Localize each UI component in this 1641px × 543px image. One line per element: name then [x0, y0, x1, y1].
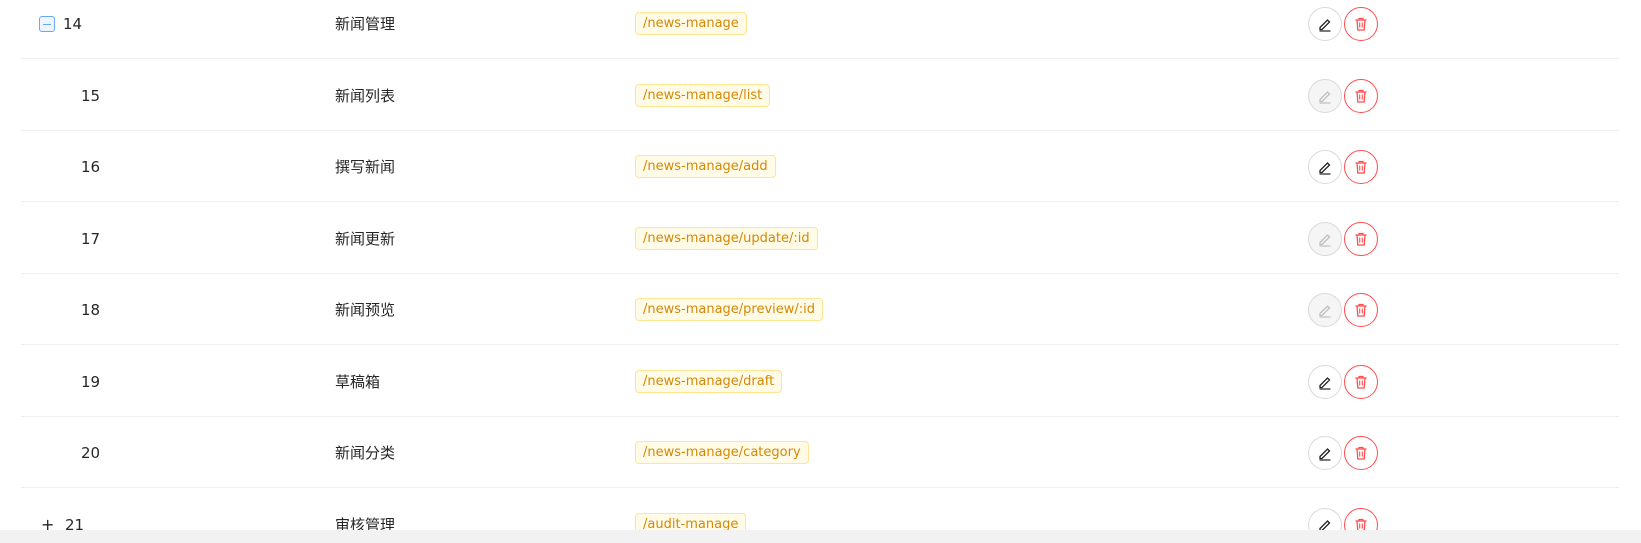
- name-cell: 新闻分类: [335, 417, 615, 488]
- path-tag: /news-manage/update/:id: [635, 227, 818, 250]
- name-cell: 撰写新闻: [335, 131, 615, 202]
- id-cell: 20: [21, 417, 321, 488]
- id-cell: 17: [21, 203, 321, 274]
- path-cell: /news-manage: [635, 0, 1235, 59]
- table-row: 16 撰写新闻 /news-manage/add: [21, 131, 1619, 202]
- delete-icon: [1353, 231, 1369, 247]
- path-tag: /news-manage/preview/:id: [635, 298, 824, 321]
- table-row: 14 新闻管理 /news-manage: [21, 0, 1619, 59]
- row-name: 新闻分类: [335, 444, 396, 462]
- table-row: 18 新闻预览 /news-manage/preview/:id: [21, 274, 1619, 345]
- path-cell: /news-manage/preview/:id: [635, 274, 1235, 345]
- edit-icon: [1317, 231, 1333, 247]
- delete-icon: [1353, 88, 1369, 104]
- actions-cell: [1308, 60, 1428, 131]
- row-id: 19: [81, 372, 101, 391]
- actions-cell: [1308, 346, 1428, 417]
- row-name: 新闻列表: [335, 87, 396, 105]
- row-name: 新闻预览: [335, 301, 396, 319]
- edit-icon: [1317, 88, 1333, 104]
- edit-button[interactable]: [1308, 78, 1342, 113]
- actions-cell: [1308, 417, 1428, 488]
- edit-button[interactable]: [1308, 435, 1342, 470]
- path-tag: /news-manage/category: [635, 441, 809, 464]
- edit-icon: [1317, 445, 1333, 461]
- edit-button[interactable]: [1308, 221, 1342, 256]
- delete-button[interactable]: [1344, 364, 1378, 399]
- delete-icon: [1353, 445, 1369, 461]
- edit-icon: [1317, 16, 1333, 32]
- name-cell: 新闻列表: [335, 60, 615, 131]
- edit-icon: [1317, 374, 1333, 390]
- path-tag: /news-manage: [635, 12, 747, 35]
- path-cell: /news-manage/add: [635, 131, 1235, 202]
- edit-button[interactable]: [1308, 149, 1342, 184]
- actions-cell: [1308, 274, 1428, 345]
- name-cell: 新闻管理: [335, 0, 615, 59]
- path-tag: /news-manage/list: [635, 84, 771, 107]
- id-cell: 16: [21, 131, 321, 202]
- table-row: 17 新闻更新 /news-manage/update/:id: [21, 203, 1619, 274]
- row-id: 14: [63, 14, 83, 33]
- table-row: 19 草稿箱 /news-manage/draft: [21, 346, 1619, 417]
- row-name: 新闻更新: [335, 230, 396, 248]
- rights-table-page: 14 新闻管理 /news-manage 15 新闻列表 /news-manag…: [0, 0, 1641, 543]
- row-name: 新闻管理: [335, 15, 396, 33]
- delete-button[interactable]: [1344, 78, 1378, 113]
- path-cell: /news-manage/update/:id: [635, 203, 1235, 274]
- name-cell: 新闻更新: [335, 203, 615, 274]
- id-cell: 15: [21, 60, 321, 131]
- horizontal-scrollbar[interactable]: [0, 530, 1641, 543]
- id-cell: 18: [21, 274, 321, 345]
- table-row: 20 新闻分类 /news-manage/category: [21, 417, 1619, 488]
- path-cell: /news-manage/category: [635, 417, 1235, 488]
- delete-icon: [1353, 374, 1369, 390]
- name-cell: 草稿箱: [335, 346, 615, 417]
- edit-button[interactable]: [1308, 364, 1342, 399]
- row-id: 18: [81, 300, 101, 319]
- id-cell: 19: [21, 346, 321, 417]
- delete-icon: [1353, 16, 1369, 32]
- delete-button[interactable]: [1344, 221, 1378, 256]
- row-id: 16: [81, 157, 101, 176]
- row-id: 20: [81, 443, 101, 462]
- delete-button[interactable]: [1344, 292, 1378, 327]
- actions-cell: [1308, 0, 1428, 59]
- row-name: 撰写新闻: [335, 158, 396, 176]
- edit-button[interactable]: [1308, 6, 1342, 41]
- path-cell: /news-manage/draft: [635, 346, 1235, 417]
- row-name: 草稿箱: [335, 373, 381, 391]
- edit-button[interactable]: [1308, 292, 1342, 327]
- delete-button[interactable]: [1344, 149, 1378, 184]
- delete-icon: [1353, 159, 1369, 175]
- actions-cell: [1308, 131, 1428, 202]
- delete-button[interactable]: [1344, 6, 1378, 41]
- id-cell: 14: [21, 0, 321, 59]
- delete-button[interactable]: [1344, 435, 1378, 470]
- row-id: 15: [81, 86, 101, 105]
- path-tag: /news-manage/draft: [635, 370, 783, 393]
- table-row: 15 新闻列表 /news-manage/list: [21, 60, 1619, 131]
- path-cell: /news-manage/list: [635, 60, 1235, 131]
- name-cell: 新闻预览: [335, 274, 615, 345]
- minus-square-icon[interactable]: [39, 16, 55, 32]
- row-id: 17: [81, 229, 101, 248]
- edit-icon: [1317, 302, 1333, 318]
- path-tag: /news-manage/add: [635, 155, 776, 178]
- edit-icon: [1317, 159, 1333, 175]
- delete-icon: [1353, 302, 1369, 318]
- actions-cell: [1308, 203, 1428, 274]
